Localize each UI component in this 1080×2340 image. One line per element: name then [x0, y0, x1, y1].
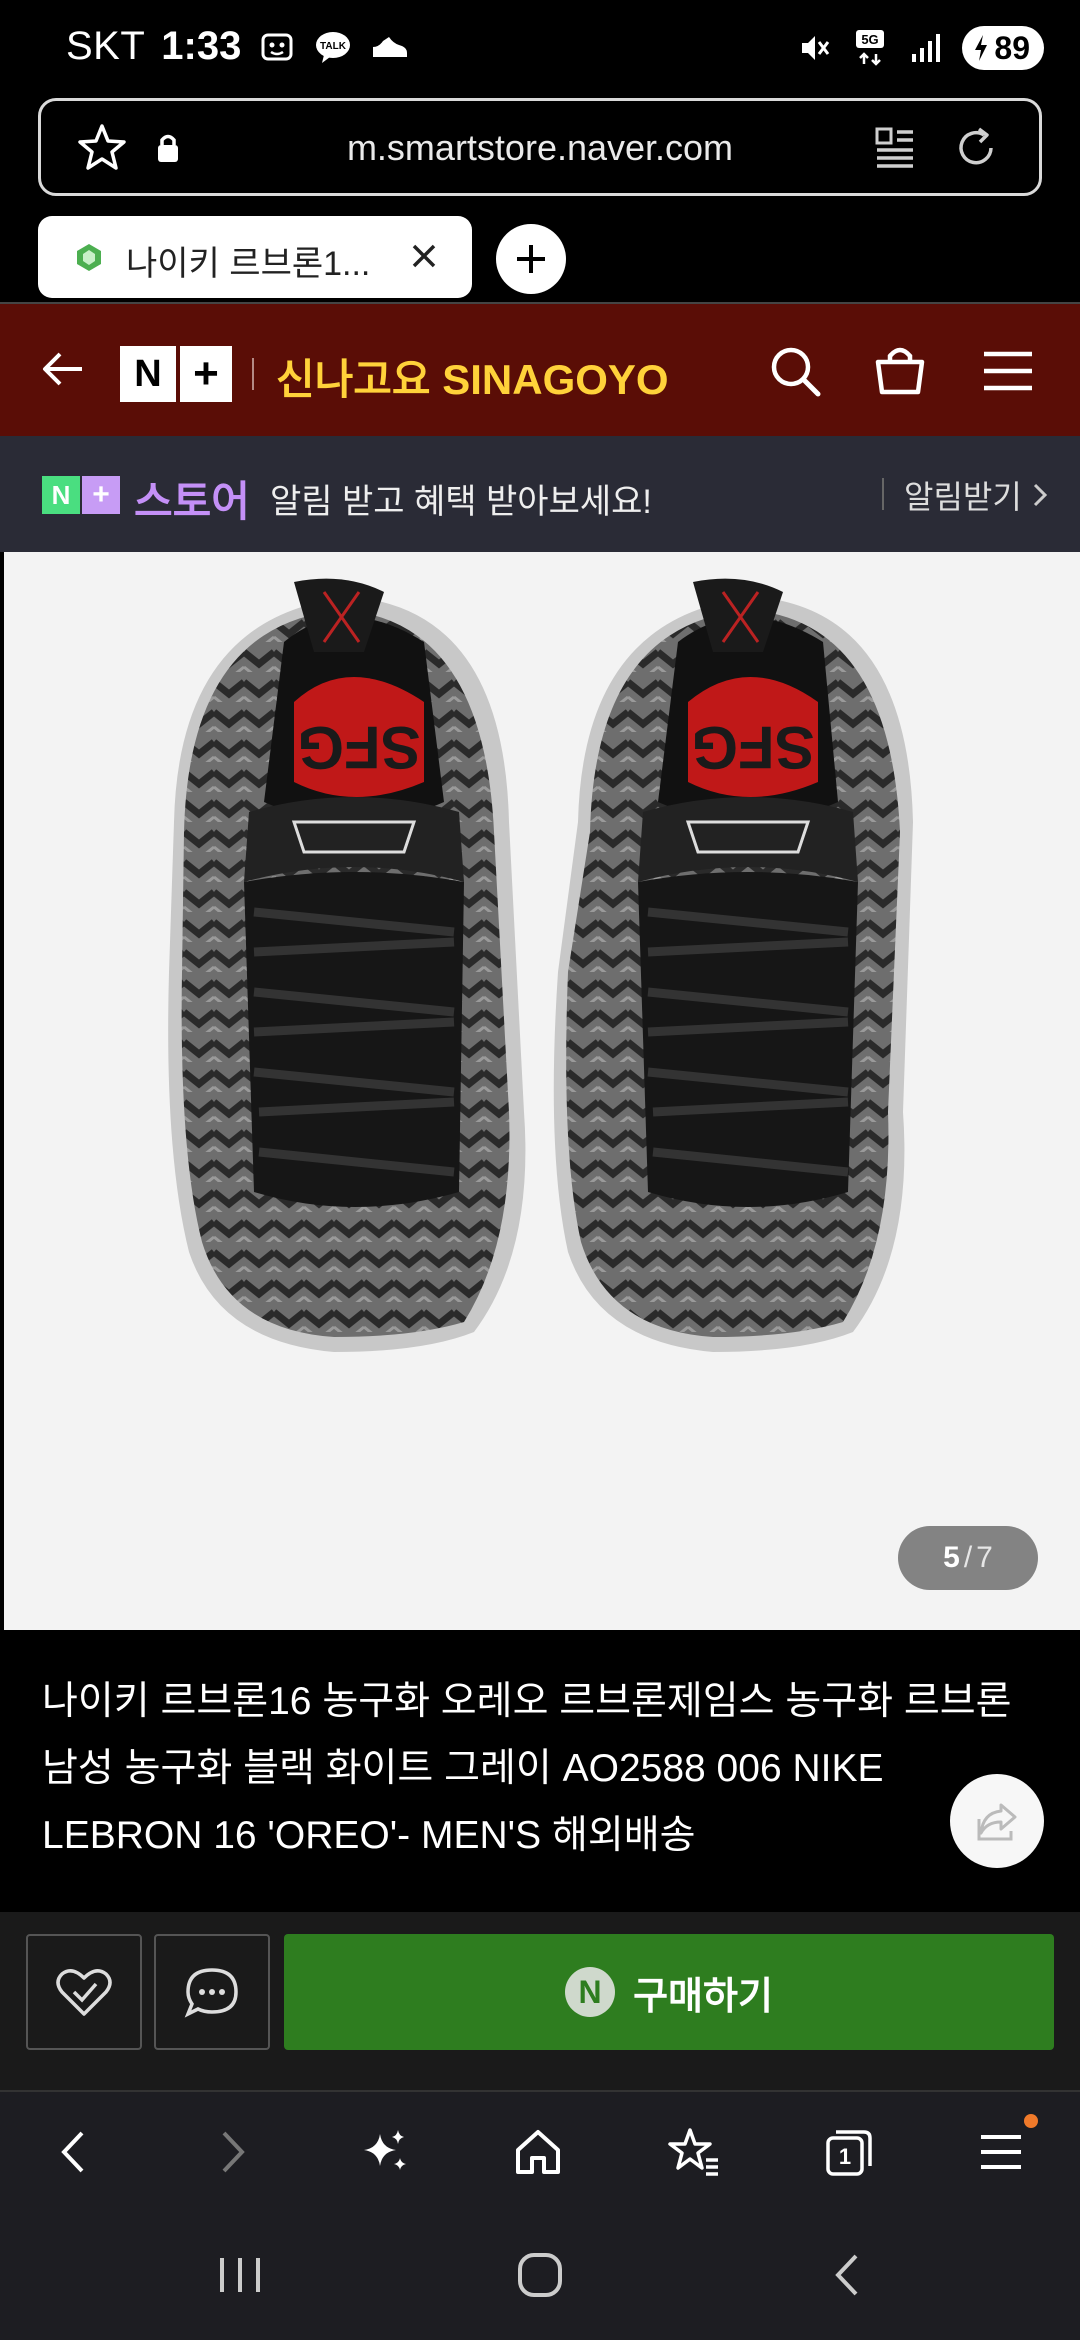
tabs-icon[interactable]: 1	[818, 2122, 878, 2182]
charging-icon	[975, 35, 988, 61]
url-bar[interactable]: m.smartstore.naver.com	[38, 98, 1042, 196]
svg-text:5G: 5G	[862, 32, 879, 47]
product-image[interactable]: SFG SFG 5 / 7	[4, 552, 1080, 1630]
ai-sparkle-icon[interactable]	[356, 2122, 416, 2182]
browser-bottom-nav: 1	[0, 2090, 1080, 2212]
chat-bubble-icon	[184, 1968, 238, 2018]
mute-icon	[794, 28, 834, 68]
nplus-store-logo: N +	[42, 476, 120, 514]
naver-pay-badge: N	[565, 1967, 616, 2017]
store-header: N + 신나고요 SINAGOYO	[0, 304, 1080, 436]
subscribe-alerts-button[interactable]: 알림받기	[904, 472, 1050, 518]
share-button[interactable]	[950, 1774, 1044, 1868]
notify-separator	[882, 478, 884, 510]
purchase-bar: N 구매하기	[0, 1912, 1080, 2090]
recent-apps-icon[interactable]	[212, 2250, 268, 2305]
header-separator	[252, 358, 254, 390]
forward-nav-icon[interactable]	[202, 2122, 262, 2182]
talk-icon: TALK	[313, 27, 353, 67]
hamburger-menu-icon[interactable]	[980, 348, 1036, 399]
sneakers-top-view-image: SFG SFG	[168, 578, 913, 1352]
new-tab-button[interactable]	[496, 224, 566, 294]
left-shoe: SFG	[168, 578, 526, 1352]
back-arrow-icon[interactable]	[38, 344, 88, 399]
battery-indicator: 89	[962, 26, 1044, 70]
logo-plus: +	[178, 346, 232, 402]
talk-talk-button[interactable]	[154, 1934, 270, 2050]
counter-total: 7	[976, 1541, 993, 1574]
right-shoe: SFG	[553, 578, 913, 1352]
back-nav-icon[interactable]	[44, 2122, 104, 2182]
screenshot-icon	[257, 27, 297, 67]
clock: 1:33	[161, 24, 242, 68]
plus-icon	[517, 245, 545, 273]
counter-separator: /	[963, 1541, 973, 1574]
system-nav-bar	[0, 2212, 1080, 2340]
bookmarks-icon[interactable]	[664, 2122, 724, 2182]
cart-icon[interactable]	[870, 340, 930, 405]
image-edge	[0, 1310, 4, 1630]
battery-level: 89	[994, 29, 1030, 66]
product-title: 나이키 르브론16 농구화 오레오 르브론제임스 농구화 르브론 남성 농구화 …	[42, 1680, 1012, 1857]
notification-dot	[1024, 2114, 1038, 2128]
close-tab-icon[interactable]	[406, 238, 442, 279]
reader-mode-icon[interactable]	[871, 123, 917, 178]
tab-title: 나이키 르브론1...	[126, 245, 371, 283]
carrier-label: SKT	[66, 24, 146, 68]
home-icon[interactable]	[508, 2122, 568, 2182]
status-bar: SKT 1:33 TALK 5G 89	[0, 0, 1080, 96]
naver-plus-logo[interactable]: N +	[120, 346, 232, 402]
chevron-right-icon	[1033, 483, 1047, 507]
signal-icon	[906, 28, 946, 68]
wishlist-button[interactable]	[26, 1934, 142, 2050]
notification-banner: N + 스토어 알림 받고 혜택 받아보세요! 알림받기	[0, 436, 1080, 552]
subscribe-alerts-label: 알림받기	[904, 479, 1022, 515]
system-back-icon[interactable]	[820, 2250, 876, 2305]
brand-store-word: 스토어	[134, 478, 250, 525]
logo-n: N	[120, 346, 176, 402]
share-icon	[977, 1803, 1017, 1841]
reload-icon[interactable]	[949, 121, 1003, 180]
svg-text:SFG: SFG	[691, 714, 814, 781]
tab-count: 1	[839, 2144, 851, 2169]
svg-text:TALK: TALK	[320, 41, 347, 52]
svg-text:SFG: SFG	[297, 714, 420, 781]
brand-plus: +	[82, 476, 120, 514]
search-icon[interactable]	[766, 342, 826, 407]
smartstore-favicon-icon	[74, 242, 104, 272]
counter-current: 5	[943, 1541, 960, 1574]
home-button-icon[interactable]	[512, 2250, 568, 2305]
notify-message: 알림 받고 혜택 받아보세요!	[270, 483, 652, 521]
image-counter: 5 / 7	[898, 1526, 1038, 1590]
buy-button[interactable]: N 구매하기	[284, 1934, 1054, 2050]
heart-check-icon	[56, 1969, 112, 2016]
buy-button-label: 구매하기	[633, 1975, 773, 2018]
store-name[interactable]: 신나고요 SINAGOYO	[276, 346, 669, 407]
browser-tab[interactable]: 나이키 르브론1...	[38, 216, 472, 298]
5g-icon: 5G	[850, 28, 890, 68]
brand-n: N	[42, 476, 80, 514]
shoe-icon	[369, 27, 409, 67]
more-menu-icon[interactable]	[972, 2114, 1038, 2182]
